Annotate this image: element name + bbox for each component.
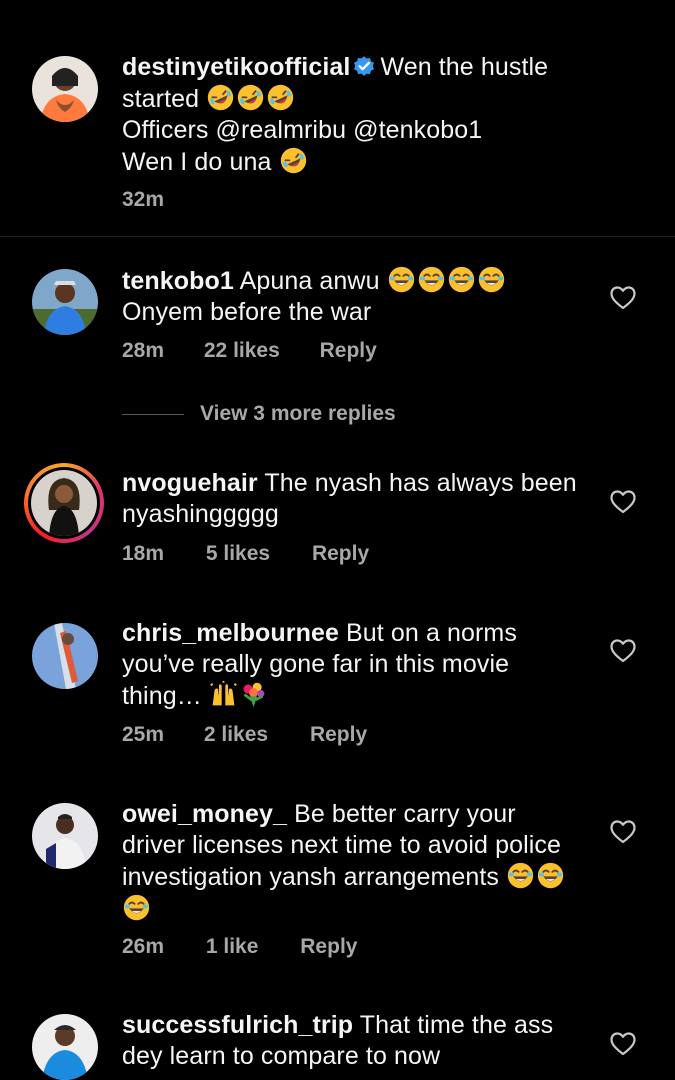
timestamp: 25m: [122, 723, 165, 746]
avatar-image: [31, 470, 97, 536]
comment-line3: investigation yansh arrangements: [122, 863, 500, 891]
heart-icon[interactable]: [610, 286, 636, 310]
caption-line2: started: [122, 85, 200, 113]
joy-emoji-icon: [122, 893, 151, 922]
comment-text: chris_melbournee But on a norms you’ve r…: [122, 618, 517, 712]
username[interactable]: chris_melbournee: [122, 619, 339, 647]
reply-button[interactable]: Reply: [312, 542, 369, 566]
comment-line1: Apuna anwu: [239, 267, 380, 295]
avatar[interactable]: [32, 623, 98, 689]
avatar-image: [32, 56, 98, 122]
joy-emoji-icon: [417, 265, 446, 294]
likes-count[interactable]: 2 likes: [204, 723, 268, 747]
heart-icon[interactable]: [610, 820, 636, 844]
comment-line2: you’ve really gone far in this movie: [122, 650, 510, 678]
avatar[interactable]: [32, 1014, 98, 1080]
heart-icon[interactable]: [610, 490, 636, 514]
caption-line4: Wen I do una: [122, 148, 272, 176]
caption-meta: 32m: [122, 188, 164, 212]
username[interactable]: owei_money_: [122, 800, 287, 828]
username[interactable]: tenkobo1: [122, 267, 234, 295]
heart-icon[interactable]: [610, 1032, 636, 1056]
likes-count[interactable]: 1 like: [206, 935, 259, 959]
comment-text: tenkobo1 Apuna anwu Onyem before the war: [122, 265, 507, 328]
timestamp: 32m: [122, 188, 165, 211]
username[interactable]: successfulrich_trip: [122, 1011, 353, 1039]
avatar[interactable]: [31, 470, 97, 536]
avatar-image: [32, 623, 98, 689]
comment-line2: dey learn to compare to now: [122, 1042, 441, 1070]
username[interactable]: nvoguehair: [122, 469, 258, 497]
joy-emoji-icon: [387, 265, 416, 294]
joy-emoji-icon: [447, 265, 476, 294]
comment-text: owei_money_ Be better carry your driver …: [122, 799, 566, 925]
comment-line2: nyashinggggg: [122, 500, 279, 528]
heart-icon[interactable]: [610, 639, 636, 663]
avatar[interactable]: [32, 269, 98, 335]
avatar[interactable]: [32, 56, 98, 122]
bouquet-emoji-icon: [239, 680, 268, 709]
avatar-image: [32, 1014, 98, 1080]
joy-emoji-icon: [536, 861, 565, 890]
joy-emoji-icon: [506, 861, 535, 890]
comment-text: successfulrich_trip That time the ass de…: [122, 1010, 553, 1072]
likes-count[interactable]: 22 likes: [204, 339, 280, 363]
avatar-image: [32, 269, 98, 335]
reply-button[interactable]: Reply: [310, 723, 367, 747]
post-caption: destinyetikoofficial Wen the hustle start…: [0, 0, 675, 237]
avatar[interactable]: [32, 803, 98, 869]
caption-line1: Wen the hustle: [380, 53, 549, 81]
comment-line1: That time the ass: [359, 1011, 554, 1039]
caption-text: destinyetikoofficial Wen the hustle start…: [122, 52, 548, 178]
timestamp: 26m: [122, 935, 165, 958]
view-more-label: View 3 more replies: [200, 402, 396, 425]
comment-meta: 25m 2 likes Reply: [122, 723, 367, 747]
comment-line1: The nyash has always been: [264, 469, 577, 497]
comment-meta: 26m 1 like Reply: [122, 935, 357, 959]
divider-line: [122, 413, 184, 415]
comment-line2: Onyem before the war: [122, 298, 372, 326]
comment-text: nvoguehair The nyash has always been nya…: [122, 468, 577, 530]
timestamp: 28m: [122, 339, 165, 362]
comment-line1: Be better carry your: [294, 800, 516, 828]
comment-line3: thing…: [122, 682, 202, 710]
comment-line1: But on a norms: [346, 619, 517, 647]
view-more-replies-button[interactable]: View 3 more replies: [122, 402, 396, 426]
comment-meta: 28m 22 likes Reply: [122, 339, 377, 363]
comment-line2: driver licenses next time to avoid polic…: [122, 831, 562, 859]
joy-emoji-icon: [477, 265, 506, 294]
likes-count[interactable]: 5 likes: [206, 542, 270, 566]
avatar-image: [32, 803, 98, 869]
raising-hands-emoji-icon: [209, 680, 238, 709]
rofl-emoji-icon: [206, 83, 235, 112]
verified-badge-icon: [352, 54, 376, 78]
username[interactable]: destinyetikoofficial: [122, 53, 350, 81]
rofl-emoji-icon: [266, 83, 295, 112]
caption-line3: Officers @realmribu @tenkobo1: [122, 116, 483, 144]
comment-meta: 18m 5 likes Reply: [122, 542, 369, 566]
reply-button[interactable]: Reply: [300, 935, 357, 959]
timestamp: 18m: [122, 542, 165, 565]
rofl-emoji-icon: [236, 83, 265, 112]
reply-button[interactable]: Reply: [320, 339, 377, 363]
rofl-emoji-icon: [279, 146, 308, 175]
